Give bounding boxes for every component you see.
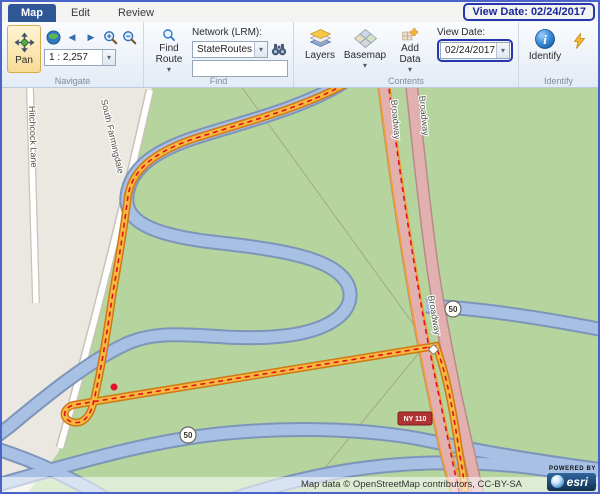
svg-text:50: 50 <box>449 305 458 314</box>
find-route-button[interactable]: Find Route ▾ <box>149 25 189 75</box>
attribution-text: Map data © OpenStreetMap contributors, C… <box>301 479 522 490</box>
basemap-label: Basemap <box>344 50 386 61</box>
zoom-out-button[interactable] <box>120 28 138 46</box>
full-extent-button[interactable] <box>44 28 62 46</box>
network-lrm-label: Network (LRM): <box>192 27 288 38</box>
powered-by-label: POWERED BY <box>549 466 596 472</box>
find-group-label: Find <box>144 76 293 86</box>
route-shield-50-right: 50 <box>445 301 461 317</box>
find-fields: Network (LRM): StateRoutes ▾ <box>192 25 288 77</box>
chevron-down-icon: ▾ <box>496 43 509 58</box>
flash-tool-button[interactable] <box>569 28 589 54</box>
add-data-button[interactable]: Add Data ▾ <box>389 25 431 75</box>
search-icon <box>157 28 181 42</box>
map-canvas[interactable]: 50 50 NY 110 Hitchcock Lane South Farmin… <box>2 88 598 492</box>
layers-button[interactable]: Layers <box>299 25 341 75</box>
route-search-input[interactable] <box>192 60 288 77</box>
identify-group-label: Identify <box>519 76 598 86</box>
next-extent-button[interactable]: ▶ <box>82 28 100 46</box>
esri-badge: esri <box>547 473 596 491</box>
find-route-search-button[interactable] <box>270 40 288 58</box>
tab-review[interactable]: Review <box>105 4 167 22</box>
scale-value: 1 : 2,257 <box>49 52 88 63</box>
lightning-icon <box>573 33 586 49</box>
basemap-icon <box>354 28 377 49</box>
binoculars-icon <box>271 42 287 57</box>
esri-globe-icon <box>551 475 564 488</box>
navigate-icon-row: ◀ ▶ <box>44 28 138 46</box>
network-value: StateRoutes <box>197 44 252 55</box>
tab-map[interactable]: Map <box>8 4 56 22</box>
route-shield-50-left: 50 <box>180 427 196 443</box>
pan-icon <box>14 32 35 53</box>
chevron-down-icon: ▾ <box>102 50 115 65</box>
esri-logo: POWERED BY esri <box>547 466 596 491</box>
identify-button[interactable]: i Identify <box>524 25 566 75</box>
info-icon: i <box>534 28 556 50</box>
chevron-down-icon: ▾ <box>167 66 171 74</box>
view-date-field-label: View Date: <box>437 27 513 38</box>
find-group: Find Route ▾ Network (LRM): StateRoutes … <box>144 22 294 87</box>
svg-text:NY 110: NY 110 <box>404 416 427 423</box>
network-combo[interactable]: StateRoutes ▾ <box>192 41 268 58</box>
globe-icon <box>46 30 61 45</box>
zoom-out-icon <box>122 30 137 45</box>
ribbon: Pan ◀ ▶ <box>2 22 598 88</box>
route-point-marker <box>111 384 118 391</box>
ribbon-tab-bar: Map Edit Review View Date: 02/24/2017 <box>2 2 598 22</box>
navigate-group-label: Navigate <box>2 76 143 86</box>
layers-label: Layers <box>305 50 335 61</box>
scale-combo[interactable]: 1 : 2,257 ▾ <box>44 49 116 66</box>
chevron-down-icon: ▾ <box>363 62 367 70</box>
basemap-button[interactable]: Basemap ▾ <box>344 25 386 75</box>
pan-button[interactable]: Pan <box>7 25 41 73</box>
view-date-combo[interactable]: 02/24/2017 ▾ <box>440 42 510 59</box>
chevron-down-icon: ▾ <box>254 42 267 57</box>
previous-extent-button[interactable]: ◀ <box>63 28 81 46</box>
contents-group-label: Contents <box>294 76 518 86</box>
svg-text:i: i <box>543 32 547 47</box>
route-shield-ny110: NY 110 <box>398 412 432 425</box>
layers-icon <box>309 28 332 49</box>
view-date-annotation: 02/24/2017 ▾ <box>437 39 513 62</box>
navigate-group: Pan ◀ ▶ <box>2 22 144 87</box>
zoom-in-icon <box>103 30 118 45</box>
app-window: Map Edit Review View Date: 02/24/2017 Pa… <box>0 0 600 494</box>
chevron-down-icon: ▾ <box>408 66 412 74</box>
chevron-right-icon: ▶ <box>88 32 95 43</box>
map-viewport: 50 50 NY 110 Hitchcock Lane South Farmin… <box>2 88 598 492</box>
map-attribution: Map data © OpenStreetMap contributors, C… <box>2 477 598 492</box>
navigate-controls: ◀ ▶ <box>44 25 138 66</box>
contents-group: Layers Basemap ▾ Add Data ▾ <box>294 22 519 87</box>
identify-label: Identify <box>529 51 561 62</box>
esri-wordmark: esri <box>567 476 588 488</box>
chevron-left-icon: ◀ <box>69 32 76 43</box>
svg-text:50: 50 <box>184 431 193 440</box>
pan-label: Pan <box>15 55 33 66</box>
view-date-banner: View Date: 02/24/2017 <box>463 3 595 21</box>
identify-group: i Identify Identify <box>519 22 598 87</box>
zoom-in-button[interactable] <box>101 28 119 46</box>
view-date-value: 02/24/2017 <box>445 45 495 56</box>
add-data-label: Add Data <box>390 43 430 65</box>
add-data-icon <box>398 28 422 42</box>
tab-edit[interactable]: Edit <box>58 4 103 22</box>
find-route-label: Find Route <box>150 43 188 65</box>
view-date-field: View Date: 02/24/2017 ▾ <box>437 25 513 62</box>
